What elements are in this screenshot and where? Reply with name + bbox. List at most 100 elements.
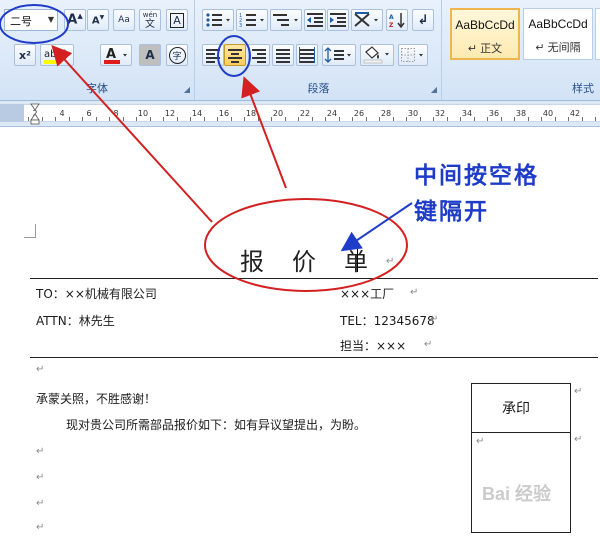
justify-button[interactable]	[272, 44, 294, 66]
ruler-tick	[68, 117, 70, 121]
ruler-tick	[325, 117, 326, 121]
paragraph-mark: ↵	[476, 436, 485, 447]
line-spacing-button[interactable]	[322, 44, 356, 66]
show-paragraph-marks-button[interactable]: ↲	[412, 9, 434, 31]
superscript-button[interactable]: x²	[14, 44, 36, 66]
paragraph-mark: ↵	[36, 472, 45, 483]
ruler-tick	[55, 117, 56, 121]
header-bottom-rule	[30, 357, 598, 358]
ruler-tick	[271, 117, 272, 121]
svg-text:3: 3	[239, 23, 242, 29]
dialog-launcher-icon[interactable]: ◢	[431, 85, 437, 94]
borders-button[interactable]	[398, 44, 428, 66]
text-cursor	[357, 246, 358, 272]
attn-line[interactable]: ATTN：林先生	[36, 312, 115, 329]
ruler-tick	[433, 117, 434, 121]
ruler-number: 38	[515, 109, 527, 118]
tel-line[interactable]: TEL：12345678	[340, 312, 435, 329]
ruler-number: 30	[407, 109, 419, 118]
superscript-icon: x²	[19, 48, 31, 62]
align-center-icon	[228, 49, 242, 63]
ruler-number: 34	[461, 109, 473, 118]
document-title[interactable]: 报 价 单	[240, 242, 370, 277]
margin-corner-mark	[24, 224, 36, 238]
enclose-characters-button[interactable]: 字	[166, 44, 188, 66]
ruler-tick	[109, 117, 110, 121]
horizontal-ruler[interactable]: 24681012141618202224262830323436384042	[0, 101, 600, 127]
ruler-tick	[311, 117, 313, 121]
character-shading-icon: A	[145, 48, 155, 62]
paragraph-group: 1 2 3 A Z ↲ 段落 ◢	[196, 0, 442, 100]
font-size-dropdown[interactable]: 二号 ▼	[4, 9, 58, 31]
multilevel-list-button[interactable]	[270, 9, 302, 31]
to-line[interactable]: TO：××机械有限公司	[36, 285, 157, 302]
dialog-launcher-icon[interactable]: ◢	[184, 85, 190, 94]
svg-text:A: A	[389, 14, 394, 21]
ribbon: 二号 ▼ A▲ A▼ Aa wén 文 A x² ab A A 字 字体 ◢ 1…	[0, 0, 600, 101]
decrease-indent-button[interactable]	[304, 9, 326, 31]
distributed-icon	[299, 47, 315, 63]
numbering-icon: 1 2 3	[239, 13, 264, 29]
align-left-button[interactable]	[202, 44, 224, 66]
bullets-button[interactable]	[202, 9, 234, 31]
style-normal[interactable]: AaBbCcDd ↵ 正文	[450, 8, 520, 60]
ruler-tick	[460, 117, 461, 121]
align-right-button[interactable]	[248, 44, 270, 66]
multilevel-list-icon	[273, 14, 298, 26]
chinese-layout-icon	[354, 12, 378, 27]
paragraph-mark: ↵	[430, 314, 439, 325]
indent-marker-icon[interactable]	[30, 101, 40, 127]
borders-icon	[401, 48, 423, 62]
font-color-button[interactable]: A	[100, 44, 132, 66]
decrease-indent-icon	[307, 13, 323, 27]
chevron-down-icon[interactable]: ▼	[48, 15, 54, 24]
font-group-label: 字体	[86, 82, 108, 95]
phonetic-guide-char: 文	[145, 19, 155, 30]
highlight-color-button[interactable]: ab	[40, 44, 74, 66]
character-border-icon: A	[170, 12, 184, 28]
ruler-tick	[527, 117, 529, 121]
paragraph-mark: ↵	[386, 256, 395, 267]
ruler-number: 32	[434, 109, 446, 118]
ruler-tick	[541, 117, 542, 121]
shrink-font-icon: A▼	[91, 13, 105, 27]
line-spacing-icon	[324, 47, 351, 63]
ruler-tick	[176, 117, 178, 121]
increase-indent-button[interactable]	[327, 9, 349, 31]
style-no-spacing[interactable]: AaBbCcDd ↵ 无间隔	[523, 8, 593, 60]
ruler-number: 4	[59, 109, 65, 118]
body-text[interactable]: 现对贵公司所需部品报价如下：如有异议望提出，为盼。	[66, 416, 366, 433]
ruler-tick	[338, 117, 340, 121]
contact-line[interactable]: 担当：×××	[340, 337, 406, 354]
character-shading-button[interactable]: A	[139, 44, 161, 66]
style-next-card[interactable]	[595, 8, 600, 60]
ruler-tick	[41, 117, 43, 121]
shading-button[interactable]	[360, 44, 394, 66]
factory-name[interactable]: ×××工厂	[340, 285, 394, 302]
change-case-icon: Aa	[118, 15, 130, 25]
character-border-button[interactable]: A	[166, 9, 188, 31]
paragraph-mark: ↵	[574, 386, 583, 397]
paragraph-group-label: 段落	[307, 82, 330, 95]
ruler-number: 6	[86, 109, 92, 118]
grow-font-button[interactable]: A▲	[64, 9, 86, 31]
shrink-font-button[interactable]: A▼	[87, 9, 109, 31]
distributed-button[interactable]	[296, 44, 318, 66]
align-center-button[interactable]	[224, 44, 246, 66]
chinese-layout-button[interactable]	[351, 9, 383, 31]
ruler-number: 42	[569, 109, 581, 118]
numbering-button[interactable]: 1 2 3	[236, 9, 268, 31]
seal-stamp-box[interactable]: 承印 ↵	[471, 383, 571, 533]
font-size-value: 二号	[10, 15, 32, 28]
ruler-tick	[365, 117, 367, 121]
phonetic-guide-button[interactable]: wén 文	[139, 9, 161, 31]
paragraph-mark: ↵	[36, 498, 45, 509]
sort-button[interactable]: A Z	[386, 9, 408, 31]
greeting-text[interactable]: 承蒙关照，不胜感谢！	[36, 390, 156, 407]
ruler-number: 16	[218, 109, 230, 118]
change-case-button[interactable]: Aa	[113, 9, 135, 31]
style-name: ↵ 正文	[467, 43, 503, 55]
ruler-number: 36	[488, 109, 500, 118]
ruler-tick	[149, 117, 151, 121]
document-page[interactable]: 报 价 单 ↵ TO：××机械有限公司 ×××工厂 ↵ ATTN：林先生 TEL…	[0, 128, 600, 540]
